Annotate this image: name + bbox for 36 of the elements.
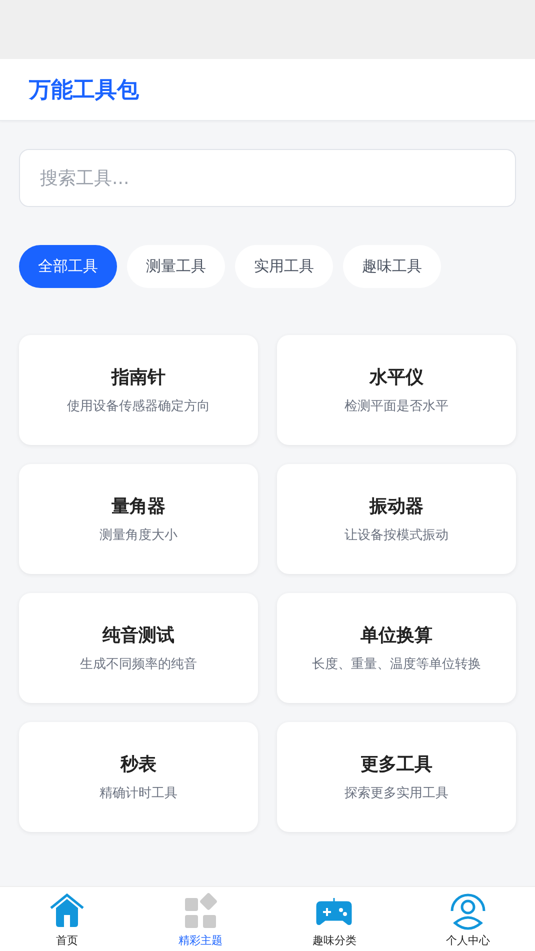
- category-tab[interactable]: 趣味工具: [343, 245, 441, 288]
- tool-name: 水平仪: [370, 366, 424, 389]
- tool-card[interactable]: 秒表 精确计时工具: [19, 722, 258, 832]
- category-tab[interactable]: 全部工具: [19, 245, 117, 288]
- category-tab[interactable]: 测量工具: [127, 245, 225, 288]
- tool-card[interactable]: 更多工具 探索更多实用工具: [277, 722, 516, 832]
- tool-card[interactable]: 指南针 使用设备传感器确定方向: [19, 335, 258, 445]
- app-title: 万能工具包: [29, 76, 139, 104]
- tool-description: 长度、重量、温度等单位转换: [312, 656, 481, 674]
- tool-description: 精确计时工具: [100, 785, 178, 803]
- home-icon: [48, 892, 86, 930]
- tool-card[interactable]: 单位换算 长度、重量、温度等单位转换: [277, 593, 516, 703]
- tool-description: 检测平面是否水平: [344, 398, 448, 416]
- tool-card[interactable]: 量角器 测量角度大小: [19, 464, 258, 574]
- tool-name: 纯音测试: [102, 624, 174, 647]
- tool-name: 量角器: [112, 495, 166, 518]
- tool-description: 生成不同频率的纯音: [80, 656, 197, 674]
- tool-card[interactable]: 振动器 让设备按模式振动: [277, 464, 516, 574]
- tool-name: 指南针: [112, 366, 166, 389]
- tool-description: 让设备按模式振动: [344, 527, 448, 545]
- user-icon: [449, 892, 488, 930]
- nav-tab[interactable]: 趣味分类: [268, 887, 402, 951]
- tool-card[interactable]: 纯音测试 生成不同频率的纯音: [19, 593, 258, 703]
- nav-tab[interactable]: 首页: [0, 887, 134, 951]
- nav-tab[interactable]: 精彩主题: [134, 887, 268, 951]
- nav-tab[interactable]: 个人中心: [401, 887, 535, 951]
- category-tab[interactable]: 实用工具: [235, 245, 333, 288]
- tool-name: 更多工具: [360, 753, 432, 776]
- tool-description: 使用设备传感器确定方向: [67, 398, 210, 416]
- tool-name: 单位换算: [360, 624, 432, 647]
- search-field[interactable]: 搜索工具...: [19, 149, 516, 207]
- tool-description: 测量角度大小: [100, 527, 178, 545]
- tool-name: 振动器: [370, 495, 424, 518]
- tool-card[interactable]: 水平仪 检测平面是否水平: [277, 335, 516, 445]
- tool-description: 探索更多实用工具: [344, 785, 448, 803]
- tool-name: 秒表: [120, 753, 156, 776]
